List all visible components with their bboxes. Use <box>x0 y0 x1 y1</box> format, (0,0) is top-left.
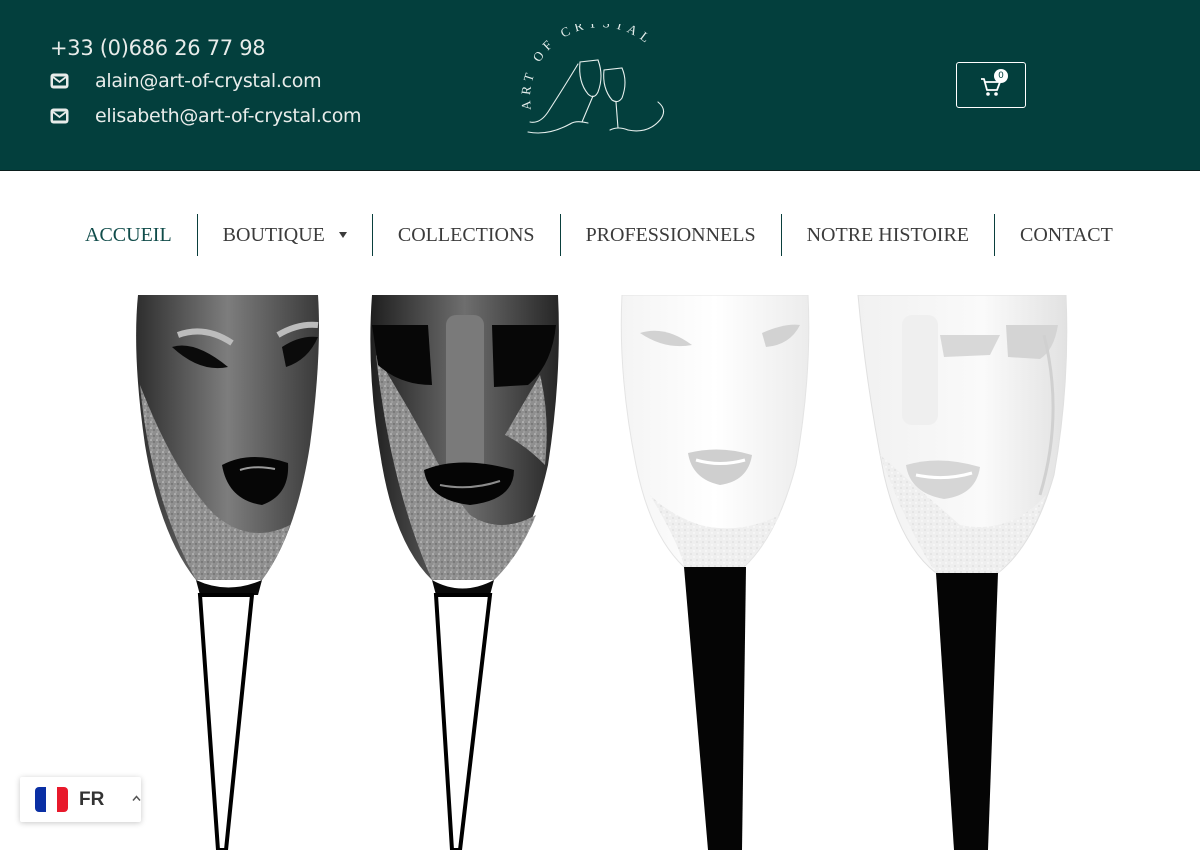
main-navigation: ACCUEIL BOUTIQUE COLLECTIONS PROFESSIONN… <box>60 214 1138 256</box>
svg-text:ART OF CRYSTAL: ART OF CRYSTAL <box>518 24 657 110</box>
cart-button[interactable]: 0 <box>956 62 1026 108</box>
cart-count-badge: 0 <box>994 69 1008 83</box>
nav-item-notre-histoire[interactable]: NOTRE HISTOIRE <box>780 214 994 256</box>
nav-item-professionnels[interactable]: PROFESSIONNELS <box>559 214 781 256</box>
hero-image-crystal-masks <box>136 295 1068 850</box>
language-code: FR <box>79 789 105 810</box>
email-link-elisabeth[interactable]: elisabeth@art-of-crystal.com <box>95 105 362 127</box>
envelope-icon <box>50 108 69 124</box>
email-row-elisabeth[interactable]: elisabeth@art-of-crystal.com <box>50 105 362 127</box>
art-of-crystal-logo[interactable]: ART OF CRYSTAL <box>518 24 684 140</box>
mask-glass-3 <box>620 295 810 850</box>
mask-glass-1 <box>136 295 319 850</box>
mask-glass-4 <box>857 295 1068 850</box>
top-header: +33 (0)686 26 77 98 alain@art-of-crystal… <box>0 0 1200 171</box>
nav-item-boutique[interactable]: BOUTIQUE <box>196 214 372 256</box>
nav-label-notre-histoire: NOTRE HISTOIRE <box>806 224 970 246</box>
envelope-icon <box>50 73 69 89</box>
france-flag <box>35 787 68 812</box>
chevron-up-icon <box>132 795 141 801</box>
email-link-alain[interactable]: alain@art-of-crystal.com <box>95 70 322 92</box>
nav-item-accueil[interactable]: ACCUEIL <box>60 214 197 256</box>
nav-label-boutique: BOUTIQUE <box>222 224 325 246</box>
nav-label-collections: COLLECTIONS <box>397 224 535 246</box>
nav-label-contact: CONTACT <box>1020 224 1113 246</box>
language-switcher[interactable]: FR <box>20 777 141 822</box>
mask-glass-2 <box>370 295 559 850</box>
nav-label-accueil: ACCUEIL <box>85 224 172 246</box>
email-row-alain[interactable]: alain@art-of-crystal.com <box>50 70 322 92</box>
phone-number[interactable]: +33 (0)686 26 77 98 <box>50 36 266 60</box>
nav-item-contact[interactable]: CONTACT <box>994 214 1138 256</box>
nav-item-collections[interactable]: COLLECTIONS <box>371 214 560 256</box>
nav-label-professionnels: PROFESSIONNELS <box>585 224 756 246</box>
caret-down-icon <box>338 232 347 238</box>
